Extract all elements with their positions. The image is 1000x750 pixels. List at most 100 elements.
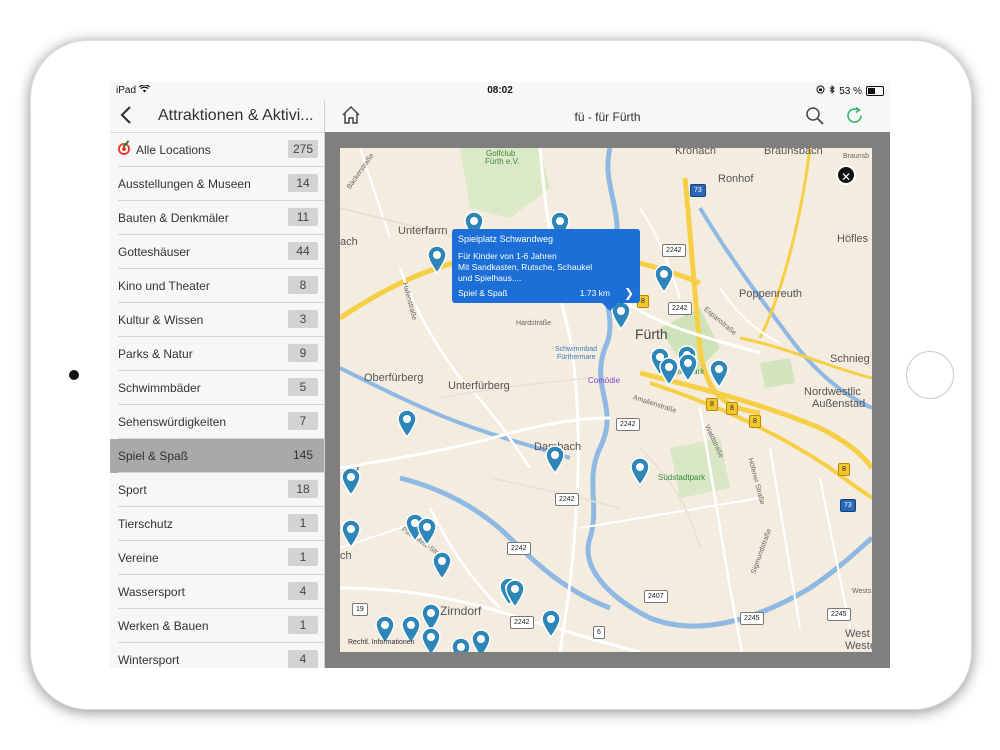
map-label-suedstadtpark: Südstadtpark	[658, 473, 706, 482]
map-pin-icon[interactable]	[431, 550, 453, 580]
sidebar-item-count: 1	[288, 616, 318, 634]
map-label-poppenreuth: Poppenreuth	[739, 288, 802, 300]
map-view[interactable]: Kronach Braunsbach Braunsb Ronhof Höfles…	[340, 148, 872, 652]
map-pin-icon[interactable]	[708, 358, 730, 388]
sidebar-item[interactable]: Gotteshäuser 44	[110, 235, 324, 269]
map-label-ach: ach	[340, 236, 358, 248]
sidebar-nav-bar: Attraktionen & Aktivi...	[110, 100, 324, 133]
map-label-fuerthermare: Fürthermare	[557, 354, 596, 361]
road-shield-2242: 2242	[555, 493, 579, 506]
map-label-nordwestlic: Nordwestlic	[804, 386, 861, 398]
sidebar-item-label: Kino und Theater	[118, 279, 210, 293]
refresh-icon[interactable]	[845, 106, 865, 131]
road-shield-19: 19	[352, 603, 368, 616]
map-label-oberfuerberg: Oberfürberg	[364, 372, 424, 384]
map-pin-icon[interactable]	[629, 456, 651, 486]
sidebar-item-label: Werken & Bauen	[118, 619, 209, 633]
sidebar-item-count: 4	[288, 582, 318, 600]
callout-desc-line: Für Kinder von 1-6 Jahren	[458, 251, 557, 261]
map-pin-icon[interactable]	[470, 628, 492, 652]
map-pin-icon[interactable]	[416, 516, 438, 546]
sidebar-item[interactable]: Bauten & Denkmäler 11	[110, 201, 324, 235]
road-shield-73: 73	[840, 499, 856, 512]
road-shield-2407: 2407	[644, 590, 668, 603]
map-label-ch: ch	[340, 550, 352, 562]
map-pin-icon[interactable]	[540, 608, 562, 638]
sidebar-item-label: Tierschutz	[118, 517, 173, 531]
map-pin-icon[interactable]	[450, 636, 472, 652]
back-chevron-icon[interactable]	[120, 105, 132, 131]
road-shield-2242: 2242	[507, 542, 531, 555]
map-pin-icon[interactable]	[504, 578, 526, 608]
home-hardware-button[interactable]	[906, 351, 954, 399]
sidebar-item-count: 145	[288, 446, 318, 464]
sidebar-item[interactable]: Tierschutz 1	[110, 507, 324, 541]
close-icon[interactable]: ✕	[836, 165, 856, 185]
category-sidebar: Attraktionen & Aktivi... Alle Locations 2…	[110, 100, 324, 668]
sidebar-item-count: 18	[288, 480, 318, 498]
location-callout[interactable]: Spielplatz Schwandweg Für Kinder von 1-6…	[452, 229, 640, 311]
sidebar-item-label: Gotteshäuser	[118, 245, 191, 259]
sidebar-item[interactable]: Vereine 1	[110, 541, 324, 575]
callout-title: Spielplatz Schwandweg	[458, 234, 554, 244]
sidebar-item-count: 8	[288, 276, 318, 294]
sidebar-item[interactable]: Ausstellungen & Museen 14	[110, 167, 324, 201]
map-pin-icon[interactable]	[426, 244, 448, 274]
map-pin-icon[interactable]	[677, 352, 699, 382]
map-label-wests: Wests	[852, 588, 872, 595]
map-label-weste: Weste	[845, 640, 872, 652]
map-label-braunsbach-2: Braunsb	[843, 153, 870, 160]
map-pin-icon[interactable]	[420, 626, 442, 652]
sidebar-item-count: 14	[288, 174, 318, 192]
callout-desc-line: und Spielhaus....	[458, 273, 522, 283]
road-shield-8: 8	[726, 402, 738, 415]
sidebar-item-label: Wassersport	[118, 585, 185, 599]
road-shield-6: 6	[593, 626, 605, 639]
chevron-right-icon[interactable]: ❯	[624, 286, 634, 300]
map-label-schwimmbad: Schwimmbad	[555, 346, 598, 353]
sidebar-item[interactable]: Kino und Theater 8	[110, 269, 324, 303]
road-shield-8: 8	[838, 463, 850, 476]
sidebar-item[interactable]: Sehenswürdigkeiten 7	[110, 405, 324, 439]
sidebar-item[interactable]: Werken & Bauen 1	[110, 609, 324, 643]
sidebar-item[interactable]: Schwimmbäder 5	[110, 371, 324, 405]
sidebar-item[interactable]: Sport 18	[110, 473, 324, 507]
bluetooth-icon	[829, 84, 835, 97]
sidebar-item[interactable]: Wassersport 4	[110, 575, 324, 609]
sidebar-item-label: Bauten & Denkmäler	[118, 211, 229, 225]
road-shield-8: 8	[706, 398, 718, 411]
callout-distance: 1.73 km	[579, 288, 610, 298]
map-pin-icon[interactable]	[544, 444, 566, 474]
sidebar-item-label: Sehenswürdigkeiten	[118, 415, 227, 429]
sidebar-item[interactable]: Spiel & Spaß 145	[110, 439, 324, 473]
sidebar-item-label: Wintersport	[118, 653, 180, 667]
map-label-west: West	[845, 628, 870, 640]
map-pin-icon[interactable]	[340, 518, 362, 548]
search-icon[interactable]	[805, 106, 825, 131]
map-pin-icon[interactable]	[653, 263, 675, 293]
road-shield-73: 73	[690, 184, 706, 197]
ipad-screen: iPad 08:02 53 % Attraktionen & Aktivi...…	[110, 82, 890, 668]
sidebar-item-label: Alle Locations	[136, 143, 211, 157]
category-list: Alle Locations 275 Ausstellungen & Museen 1…	[110, 133, 324, 668]
map-label-zirndorf: Zirndorf	[440, 604, 482, 618]
sidebar-item[interactable]: Alle Locations 275	[110, 133, 324, 167]
sidebar-item[interactable]: Kultur & Wissen 3	[110, 303, 324, 337]
map-label-kronach: Kronach	[675, 148, 716, 157]
sidebar-item-count: 5	[288, 378, 318, 396]
map-label-hoefles: Höfles	[837, 233, 869, 245]
map-label-golfclub-2: Fürth e.V.	[485, 157, 520, 166]
map-label-hardstrasse: Hardstraße	[516, 320, 552, 327]
target-icon	[118, 143, 130, 155]
sidebar-item-count: 9	[288, 344, 318, 362]
map-pin-icon[interactable]	[658, 356, 680, 386]
callout-description: Für Kinder von 1-6 Jahren Mit Sandkasten…	[458, 251, 633, 284]
legal-info-link[interactable]: Rechtl. Informationen	[348, 639, 415, 646]
map-pin-icon[interactable]	[396, 408, 418, 438]
sidebar-title: Attraktionen & Aktivi...	[158, 107, 314, 124]
sidebar-item[interactable]: Parks & Natur 9	[110, 337, 324, 371]
map-roads	[340, 148, 872, 652]
sidebar-item-count: 3	[288, 310, 318, 328]
sidebar-item[interactable]: Wintersport 4	[110, 643, 324, 668]
map-pin-icon[interactable]	[340, 466, 362, 496]
